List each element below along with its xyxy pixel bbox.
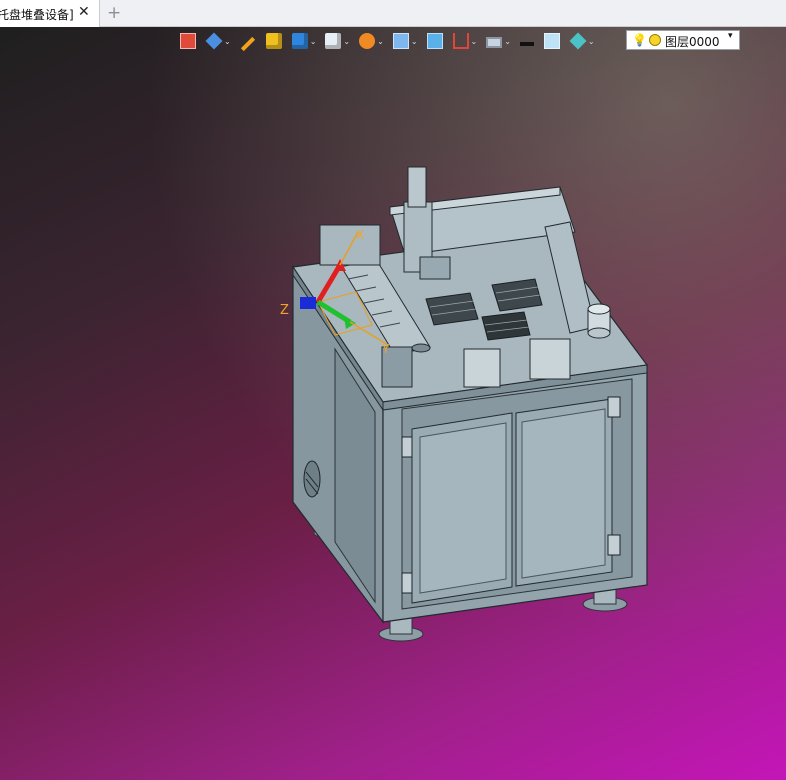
axis-y-label: Y: [381, 342, 390, 356]
z-axis-head: [407, 166, 427, 208]
tray-lift-left: [463, 348, 501, 388]
gripper-block: [419, 256, 451, 280]
vent-grille: [303, 460, 321, 498]
door-panel-left: [419, 422, 507, 594]
document-tab[interactable]: 托盘堆叠设备] ✕: [0, 0, 100, 27]
tab-bar: 托盘堆叠设备] ✕ +: [0, 0, 786, 27]
axis-z-label: Z: [280, 303, 289, 318]
cylinder-sensor: [587, 303, 611, 339]
tray-stack-left: [425, 292, 479, 326]
hinge-bottom-left: [401, 572, 413, 594]
hinge-top-right: [607, 396, 621, 418]
machine-model[interactable]: X Y Z: [0, 27, 786, 780]
mounting-hole: [411, 343, 431, 353]
axis-x-label: X: [356, 228, 364, 242]
tab-title: 托盘堆叠设备]: [0, 8, 74, 22]
close-tab-icon[interactable]: ✕: [78, 4, 90, 20]
hinge-top-left: [401, 436, 413, 458]
hinge-bottom-right: [607, 534, 621, 556]
door-panel-right: [521, 408, 606, 579]
add-tab-button[interactable]: +: [107, 3, 121, 23]
3d-viewport[interactable]: ⌄ ⌄ ⌄ ⌄ ⌄ ⌄ ⌄ ⌄ 💡 图层0000 ▾ X Y Z: [0, 27, 786, 780]
tray-lift-right: [529, 338, 571, 380]
tray-stack-front: [481, 311, 531, 341]
motor-mount: [319, 224, 381, 266]
tray-stack-middle: [491, 278, 543, 312]
